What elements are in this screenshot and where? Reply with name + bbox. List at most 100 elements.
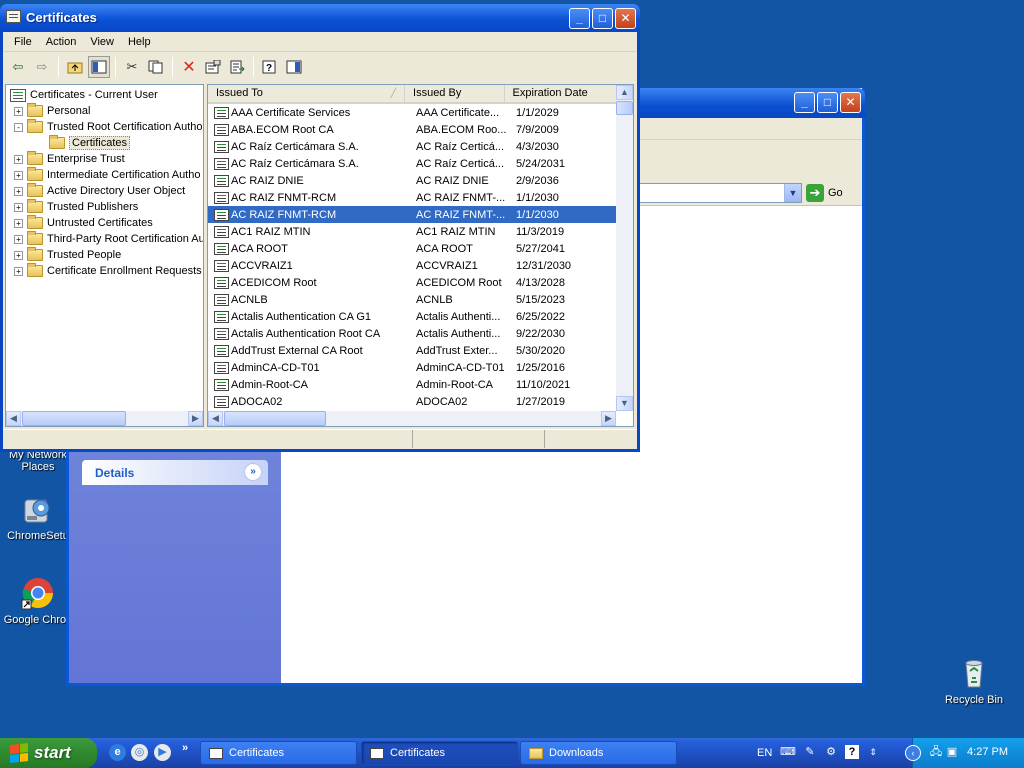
console-tree[interactable]: Certificates - Current User + Personal -… — [5, 84, 204, 427]
language-indicator[interactable]: EN — [757, 747, 772, 759]
display-icon[interactable]: ▣ — [945, 745, 959, 759]
list-vertical-scrollbar[interactable]: ▲ ▼ — [616, 85, 633, 411]
scroll-left-icon[interactable]: ◀ — [6, 411, 21, 426]
minimize-button[interactable]: _ — [569, 8, 590, 29]
expand-icon[interactable]: + — [14, 218, 23, 228]
tree-item-trusted-root[interactable]: - Trusted Root Certification Autho — [14, 119, 203, 135]
export-list-icon[interactable] — [226, 56, 248, 78]
tree-item-enrollment-requests[interactable]: + Certificate Enrollment Requests — [14, 263, 202, 279]
settings-icon[interactable]: ⚙ — [824, 745, 838, 759]
expand-icon[interactable]: + — [14, 234, 23, 244]
expand-icon[interactable]: + — [14, 202, 23, 212]
clock[interactable]: 4:27 PM — [967, 746, 1008, 758]
table-row[interactable]: ACA ROOT ACA ROOT 5/27/2041 — [208, 240, 616, 257]
expand-icon[interactable]: + — [14, 170, 23, 180]
table-row[interactable]: AAA Certificate Services AAA Certificate.… — [208, 104, 616, 121]
expand-icon[interactable]: + — [14, 250, 23, 260]
tree-item-personal[interactable]: + Personal — [14, 103, 90, 119]
close-button[interactable]: ✕ — [840, 92, 861, 113]
table-row[interactable]: AdminCA-CD-T01 AdminCA-CD-T01 1/25/2016 — [208, 359, 616, 376]
scroll-right-icon[interactable]: ▶ — [601, 411, 616, 426]
desktop-icon-network-places[interactable]: My Network Places — [0, 449, 76, 473]
desktop-icon-chromesetup[interactable]: ChromeSetu — [0, 492, 76, 542]
copy-icon[interactable] — [145, 56, 167, 78]
tree-item-enterprise-trust[interactable]: + Enterprise Trust — [14, 151, 125, 167]
table-row[interactable]: Admin-Root-CA Admin-Root-CA 11/10/2021 — [208, 376, 616, 393]
show-hidden-icons-icon[interactable]: ‹ — [905, 745, 921, 761]
certificates-titlebar[interactable]: Certificates _ □ ✕ — [0, 4, 640, 32]
table-row[interactable]: Actalis Authentication Root CA Actalis Au… — [208, 325, 616, 342]
taskbar-button-certificates-2[interactable]: Certificates — [361, 741, 518, 765]
menu-file[interactable]: File — [7, 36, 39, 48]
help-icon[interactable]: ? — [259, 56, 281, 78]
certificates-window[interactable]: Certificates _ □ ✕ File Action View Help… — [0, 4, 640, 452]
tree-item-intermediate[interactable]: + Intermediate Certification Autho — [14, 167, 200, 183]
minimize-button[interactable]: _ — [794, 92, 815, 113]
expand-icon[interactable]: + — [14, 266, 23, 276]
tree-item-third-party-root[interactable]: + Third-Party Root Certification Au — [14, 231, 203, 247]
tree-horizontal-scrollbar[interactable]: ◀ ▶ — [6, 411, 203, 426]
help-tray-icon[interactable]: ? — [845, 745, 859, 759]
restore-icon[interactable]: ⇕ — [866, 745, 880, 759]
scroll-thumb[interactable] — [616, 101, 633, 115]
table-row[interactable]: AC RAIZ FNMT-RCM AC RAIZ FNMT-... 1/1/2030 — [208, 206, 616, 223]
table-row[interactable]: AC1 RAIZ MTIN AC1 RAIZ MTIN 11/3/2019 — [208, 223, 616, 240]
tree-item-trusted-publishers[interactable]: + Trusted Publishers — [14, 199, 138, 215]
collapse-chevron-icon[interactable]: » — [244, 463, 262, 481]
table-row[interactable]: AC RAIZ DNIE AC RAIZ DNIE 2/9/2036 — [208, 172, 616, 189]
menu-view[interactable]: View — [83, 36, 121, 48]
chrome-quicklaunch-icon[interactable]: ◎ — [131, 744, 148, 761]
table-row[interactable]: ACCVRAIZ1 ACCVRAIZ1 12/31/2030 — [208, 257, 616, 274]
network-icon[interactable]: 🖧 — [929, 745, 943, 759]
collapse-icon[interactable]: - — [14, 122, 23, 132]
table-row[interactable]: ADOCA02 ADOCA02 1/27/2019 — [208, 393, 616, 410]
maximize-button[interactable]: □ — [592, 8, 613, 29]
table-row[interactable]: AC Raíz Certicámara S.A. AC Raíz Certicá.… — [208, 138, 616, 155]
column-issued-by[interactable]: Issued By — [405, 85, 505, 102]
show-hide-tree-icon[interactable] — [88, 56, 110, 78]
keyboard-icon[interactable]: ⌨ — [780, 745, 796, 759]
taskbar-button-downloads[interactable]: Downloads — [520, 741, 677, 765]
table-row[interactable]: AC Raíz Certicámara S.A. AC Raíz Certicá.… — [208, 155, 616, 172]
maximize-button[interactable]: □ — [817, 92, 838, 113]
chevron-down-icon[interactable]: ▼ — [784, 184, 801, 202]
chevron-right-icon[interactable]: » — [180, 740, 190, 757]
close-button[interactable]: ✕ — [615, 8, 636, 29]
start-button[interactable]: start — [0, 738, 97, 768]
table-row[interactable]: Actalis Authentication CA G1 Actalis Auth… — [208, 308, 616, 325]
back-arrow-icon[interactable]: ⇦ — [7, 56, 29, 78]
tree-item-root[interactable]: Certificates - Current User — [8, 87, 158, 103]
up-folder-icon[interactable] — [64, 56, 86, 78]
scroll-right-icon[interactable]: ▶ — [188, 411, 203, 426]
expand-icon[interactable]: + — [14, 186, 23, 196]
scroll-up-icon[interactable]: ▲ — [616, 85, 633, 100]
menu-action[interactable]: Action — [39, 36, 84, 48]
desktop-icon-google-chrome[interactable]: Google Chron — [0, 576, 76, 626]
tree-item-trusted-people[interactable]: + Trusted People — [14, 247, 121, 263]
internet-explorer-icon[interactable]: e — [109, 744, 126, 761]
scroll-thumb[interactable] — [22, 411, 126, 426]
tree-item-certificates[interactable]: Certificates — [49, 135, 131, 151]
cut-icon[interactable]: ✂ — [121, 56, 143, 78]
expand-icon[interactable]: + — [14, 154, 23, 164]
scroll-thumb[interactable] — [224, 411, 326, 426]
pen-icon[interactable]: ✎ — [803, 745, 817, 759]
table-row[interactable]: ACEDICOM Root ACEDICOM Root 4/13/2028 — [208, 274, 616, 291]
column-expiration-date[interactable]: Expiration Date — [505, 85, 616, 102]
delete-icon[interactable]: ✕ — [178, 56, 200, 78]
forward-arrow-icon[interactable]: ⇨ — [31, 56, 53, 78]
list-horizontal-scrollbar[interactable]: ◀ ▶ — [208, 411, 616, 426]
table-row[interactable]: AC RAIZ FNMT-RCM AC RAIZ FNMT-... 1/1/2030 — [208, 189, 616, 206]
scroll-down-icon[interactable]: ▼ — [616, 396, 633, 411]
taskbar-button-certificates-1[interactable]: Certificates — [200, 741, 357, 765]
scroll-left-icon[interactable]: ◀ — [208, 411, 223, 426]
tree-item-active-directory[interactable]: + Active Directory User Object — [14, 183, 185, 199]
properties-icon[interactable] — [202, 56, 224, 78]
certificate-list[interactable]: Issued To ╱ Issued By Expiration Date AA… — [207, 84, 634, 427]
expand-icon[interactable]: + — [14, 106, 23, 116]
media-player-icon[interactable]: ▶ — [154, 744, 171, 761]
go-button[interactable]: ➔ Go — [806, 183, 854, 203]
table-row[interactable]: ACNLB ACNLB 5/15/2023 — [208, 291, 616, 308]
column-issued-to[interactable]: Issued To ╱ — [208, 85, 406, 102]
show-action-pane-icon[interactable] — [283, 56, 305, 78]
